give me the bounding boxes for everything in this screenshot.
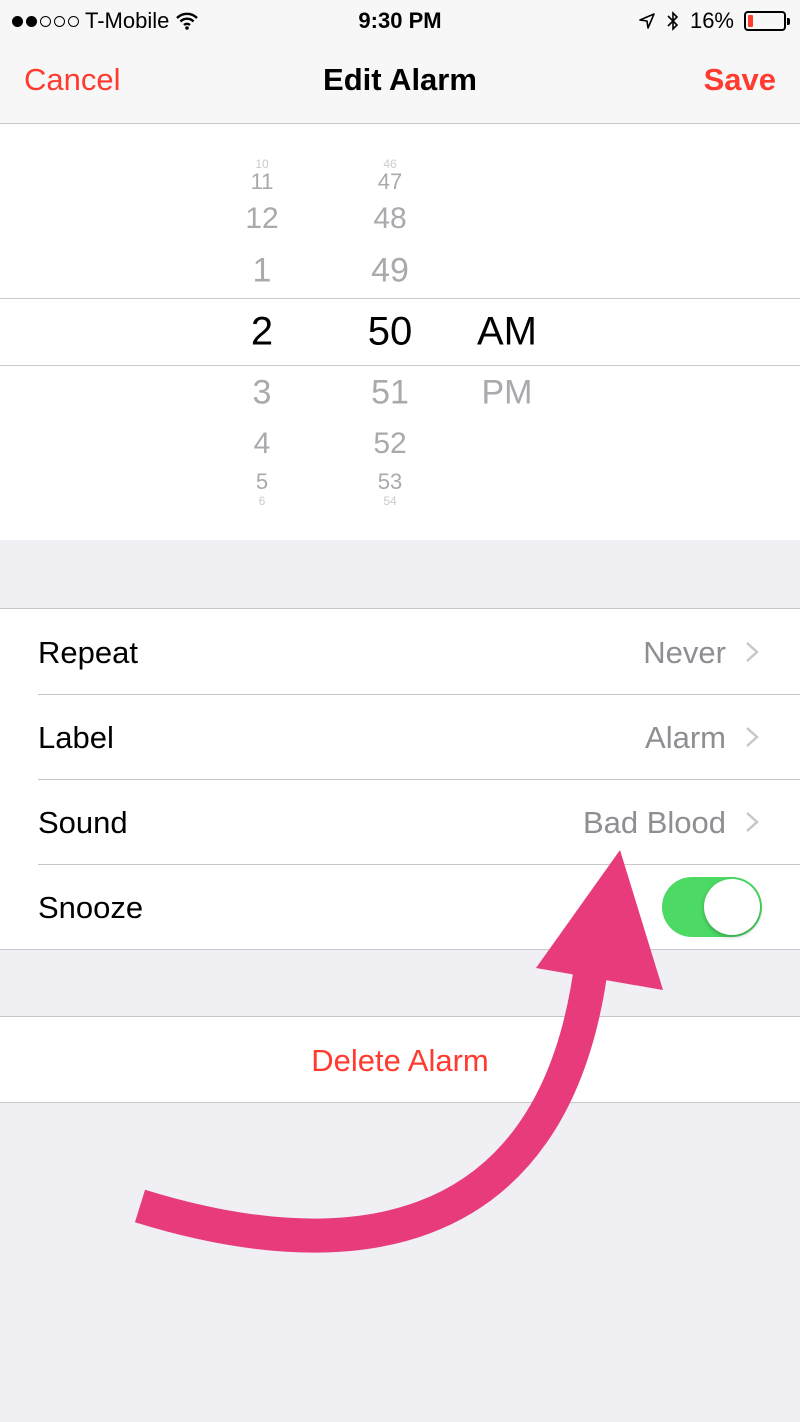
repeat-row[interactable]: Repeat Never <box>0 609 800 694</box>
hour-option[interactable]: 12 <box>245 202 278 236</box>
bluetooth-icon <box>667 11 679 31</box>
repeat-label: Repeat <box>38 635 138 670</box>
battery-nub <box>787 18 790 25</box>
save-button[interactable]: Save <box>704 62 776 98</box>
picker-selection-bottom-line <box>0 365 800 366</box>
picker-selection-top-line <box>0 298 800 299</box>
delete-alarm-row[interactable]: Delete Alarm <box>0 1016 800 1103</box>
delete-alarm-button[interactable]: Delete Alarm <box>0 1043 800 1079</box>
battery-level <box>748 15 754 27</box>
snooze-label: Snooze <box>38 890 144 925</box>
hour-option[interactable]: 6 <box>259 494 266 508</box>
sound-label: Sound <box>38 805 128 840</box>
hour-option[interactable]: 3 <box>253 374 272 413</box>
chevron-right-icon <box>746 727 759 747</box>
hour-selected[interactable]: 2 <box>251 310 273 355</box>
snooze-row: Snooze <box>0 864 800 949</box>
hour-option[interactable]: 11 <box>251 169 274 195</box>
minute-option[interactable]: 48 <box>373 202 406 236</box>
minute-option[interactable]: 49 <box>371 252 409 291</box>
nav-bar: Cancel Edit Alarm Save <box>0 40 800 124</box>
chevron-right-icon <box>746 812 759 832</box>
sound-row[interactable]: Sound Bad Blood <box>0 779 800 864</box>
time-picker[interactable]: 10 11 12 1 2 3 4 5 6 46 47 48 49 50 51 5… <box>0 124 800 540</box>
minute-option[interactable]: 47 <box>378 169 402 195</box>
label-label: Label <box>38 720 114 755</box>
minute-option[interactable]: 53 <box>378 469 402 495</box>
label-value: Alarm <box>645 720 726 755</box>
snooze-toggle[interactable] <box>662 877 762 937</box>
chevron-right-icon <box>746 642 759 662</box>
location-icon <box>639 13 655 29</box>
battery-percent: 16% <box>689 8 734 33</box>
status-bar: T-Mobile 9:30 PM 16% <box>0 0 800 40</box>
hour-option[interactable]: 5 <box>256 469 268 495</box>
alarm-settings-list: Repeat Never Label Alarm Sound Bad Blood… <box>0 608 800 950</box>
status-right: 16% <box>638 8 790 34</box>
label-row[interactable]: Label Alarm <box>0 694 800 779</box>
hour-option[interactable]: 1 <box>253 252 272 291</box>
battery-icon <box>744 11 790 31</box>
hour-option[interactable]: 4 <box>254 427 271 461</box>
minute-option[interactable]: 51 <box>371 374 409 413</box>
repeat-value: Never <box>643 635 726 670</box>
sound-value: Bad Blood <box>582 805 726 840</box>
page-title: Edit Alarm <box>323 62 477 97</box>
minute-option[interactable]: 54 <box>383 494 396 508</box>
ampm-selected[interactable]: AM <box>477 310 537 355</box>
toggle-knob[interactable] <box>704 879 760 935</box>
minute-option[interactable]: 52 <box>373 427 406 461</box>
ampm-option[interactable]: PM <box>482 374 533 413</box>
minute-selected[interactable]: 50 <box>368 310 413 355</box>
